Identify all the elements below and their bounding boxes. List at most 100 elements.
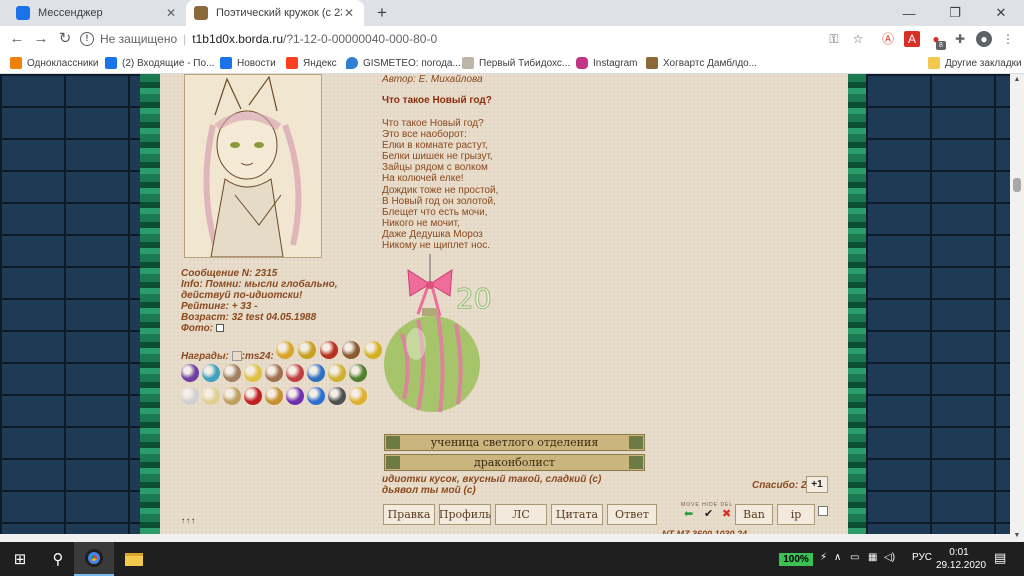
private-message-button[interactable]: ЛС <box>495 504 547 525</box>
award-badge-icon[interactable] <box>298 341 316 359</box>
quote-button[interactable]: Цитата <box>551 504 603 525</box>
hide-icon[interactable]: ✔ <box>704 508 713 520</box>
award-badge-icon[interactable] <box>223 364 241 382</box>
scrollbar-thumb[interactable] <box>1013 178 1021 192</box>
chevron-up-icon[interactable]: ∧ <box>834 552 841 563</box>
start-button[interactable]: ⊞ <box>0 542 40 576</box>
forward-button[interactable]: → <box>30 28 52 50</box>
user-avatar[interactable] <box>184 74 322 258</box>
bookmark-tibidokhs[interactable]: Первый Тибидохс... <box>462 55 570 71</box>
collapse-arrows[interactable]: ↑↑↑ <box>181 516 196 525</box>
poem-line: В Новый год он золотой, <box>382 195 496 207</box>
ornament-number: 20 <box>456 282 492 315</box>
ivy-border-right <box>848 74 868 542</box>
minimize-button[interactable]: — <box>886 0 932 26</box>
news-icon <box>220 57 232 69</box>
key-icon[interactable]: ⚿ <box>826 31 842 47</box>
move-icon[interactable]: ⬅ <box>684 508 693 520</box>
tab-poetry-circle[interactable]: Поэтический кружок (с 23.09.1 ✕ <box>186 0 364 26</box>
bookmark-news[interactable]: Новости <box>220 55 276 71</box>
bookmark-label: Одноклассники <box>27 57 99 69</box>
reload-button[interactable]: ↻ <box>54 28 76 50</box>
award-badge-icon[interactable] <box>202 364 220 382</box>
close-icon[interactable]: ✕ <box>342 6 356 20</box>
award-badge-icon[interactable] <box>328 387 346 405</box>
avatar-icon[interactable]: ● <box>976 31 992 47</box>
volume-icon[interactable]: ◁) <box>884 552 895 563</box>
file-explorer-icon[interactable] <box>114 542 154 576</box>
award-badge-icon[interactable] <box>202 387 220 405</box>
bookmark-label: Другие закладки <box>945 57 1022 69</box>
award-badge-icon[interactable] <box>349 387 367 405</box>
star-icon[interactable]: ☆ <box>850 31 866 47</box>
edit-button[interactable]: Правка <box>383 504 435 525</box>
reply-button[interactable]: Ответ <box>607 504 657 525</box>
tab-strip: Мессенджер ✕ Поэтический кружок (с 23.09… <box>0 0 1024 26</box>
awards-title: Награды: <box>181 351 229 362</box>
award-badge-icon[interactable] <box>349 364 367 382</box>
battery-indicator[interactable]: 100% <box>779 553 813 566</box>
network-icon[interactable]: ▦ <box>868 552 877 563</box>
award-badge-icon[interactable] <box>181 364 199 382</box>
tab-title: Мессенджер <box>38 7 103 19</box>
delete-icon[interactable]: ✖ <box>722 508 731 520</box>
award-badge-icon[interactable] <box>265 364 283 382</box>
poem-body: Что такое Новый год? Это все наоборот: Елк… <box>382 118 498 251</box>
photo-icon[interactable] <box>215 324 224 333</box>
profile-button[interactable]: Профиль <box>439 504 491 525</box>
plus-one-button[interactable]: +1 <box>806 476 828 493</box>
bookmark-label: Instagram <box>593 57 638 69</box>
tab-messenger[interactable]: Мессенджер ✕ <box>8 0 186 26</box>
award-badge-icon[interactable] <box>320 341 338 359</box>
award-badge-icon[interactable] <box>342 341 360 359</box>
vertical-scrollbar[interactable]: ▲ ▼ <box>1010 74 1024 542</box>
menu-icon[interactable]: ⋮ <box>1000 31 1016 47</box>
horizontal-scrollbar[interactable] <box>0 534 1010 542</box>
language-indicator[interactable]: РУС <box>912 552 932 563</box>
avatar-drawing <box>203 75 302 258</box>
bookmark-yandex[interactable]: Яндекс <box>286 55 337 71</box>
new-tab-button[interactable]: + <box>372 3 392 23</box>
bookmark-label: Хогвартс Дамблдо... <box>663 57 758 69</box>
poem-line: Никого не мочит, <box>382 217 460 229</box>
address-bar[interactable]: ! Не защищено | t1b1d0x.borda.ru /?1-12-… <box>80 28 870 50</box>
close-window-button[interactable]: ✕ <box>978 0 1024 26</box>
award-badge-icon[interactable] <box>328 364 346 382</box>
search-icon[interactable]: ⚲ <box>38 542 78 576</box>
chrome-taskbar-icon[interactable] <box>74 542 114 576</box>
ip-button[interactable]: ip <box>777 504 815 525</box>
award-badge-icon[interactable] <box>364 341 382 359</box>
extension-icon[interactable]: Ⓐ <box>880 31 896 47</box>
clock[interactable]: 0:01 29.12.2020 <box>936 546 986 572</box>
poem-title: Что такое Новый год? <box>382 95 492 106</box>
bookmark-odnoklassniki[interactable]: Одноклассники <box>10 55 98 71</box>
award-badge-icon[interactable] <box>244 387 262 405</box>
close-icon[interactable]: ✕ <box>164 6 178 20</box>
back-button[interactable]: ← <box>6 28 28 50</box>
power-icon[interactable]: ⚡ <box>820 552 827 563</box>
maximize-button[interactable]: ❐ <box>932 0 978 26</box>
bookmark-gismeteo[interactable]: GISMETEO: погода... <box>346 55 461 71</box>
security-label: Не защищено <box>100 32 178 46</box>
scroll-down-icon[interactable]: ▼ <box>1010 530 1024 542</box>
pdf-extension-icon[interactable]: A <box>904 31 920 47</box>
notifications-icon[interactable]: ▤ <box>994 550 1006 566</box>
award-badge-icon[interactable] <box>244 364 262 382</box>
select-post-checkbox[interactable] <box>818 506 828 516</box>
bookmark-inbox[interactable]: (2) Входящие - По... <box>105 55 214 71</box>
scroll-up-icon[interactable]: ▲ <box>1010 74 1024 86</box>
award-badge-icon[interactable] <box>265 387 283 405</box>
display-icon[interactable]: ▭ <box>850 552 859 563</box>
award-badge-icon[interactable] <box>307 387 325 405</box>
ban-button[interactable]: Ban <box>735 504 773 525</box>
award-badge-icon[interactable] <box>276 341 294 359</box>
award-badge-icon[interactable] <box>307 364 325 382</box>
award-badge-icon[interactable] <box>223 387 241 405</box>
award-badge-icon[interactable] <box>286 364 304 382</box>
award-badge-icon[interactable] <box>181 387 199 405</box>
puzzle-icon[interactable]: ✚ <box>952 31 968 47</box>
bookmark-instagram[interactable]: Instagram <box>576 55 637 71</box>
bookmark-other[interactable]: Другие закладки <box>928 55 1022 71</box>
bookmark-hogwarts[interactable]: Хогвартс Дамблдо... <box>646 55 757 71</box>
award-badge-icon[interactable] <box>286 387 304 405</box>
